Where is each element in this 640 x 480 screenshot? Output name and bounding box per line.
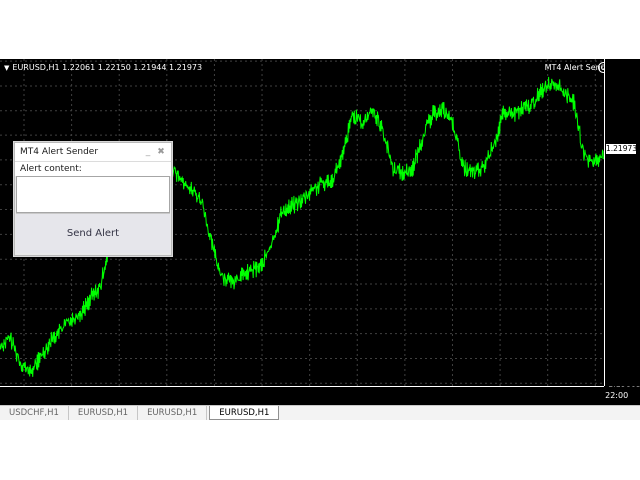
current-price-tag: 1.21973 — [606, 144, 638, 155]
close-icon[interactable]: ✖ — [156, 147, 166, 157]
tab-eurusd-h1-active[interactable]: EURUSD,H1 — [209, 406, 280, 420]
alert-sender-panel: MT4 Alert Sender _ ✖ Alert content: Send… — [14, 142, 172, 256]
symbol-label: ▼ EURUSD,H1 1.22061 1.22150 1.21944 1.219… — [4, 63, 202, 72]
alert-panel-title: MT4 Alert Sender — [20, 147, 99, 157]
tab-eurusd-h1[interactable]: EURUSD,H1 — [69, 406, 139, 420]
tab-eurusd-h1-2[interactable]: EURUSD,H1 — [138, 406, 208, 420]
alert-content-field[interactable] — [16, 176, 170, 213]
alert-panel-titlebar[interactable]: MT4 Alert Sender _ ✖ — [15, 143, 171, 161]
chart-window[interactable]: 1.227901.225601.223301.221051.218751.216… — [0, 59, 640, 405]
chart-tab-bar: USDCHF,H1 EURUSD,H1 EURUSD,H1 EURUSD,H1 — [0, 405, 640, 420]
time-axis[interactable] — [0, 386, 604, 405]
symbol-info-text: EURUSD,H1 1.22061 1.22150 1.21944 1.2197… — [12, 63, 203, 72]
dropdown-triangle-icon[interactable]: ▼ — [4, 64, 9, 72]
minimize-icon[interactable]: _ — [143, 147, 153, 157]
alert-content-label: Alert content: — [15, 161, 171, 176]
send-alert-button[interactable]: Send Alert — [16, 213, 170, 253]
price-axis[interactable] — [604, 59, 640, 386]
tab-usdchf-h1[interactable]: USDCHF,H1 — [0, 406, 69, 420]
